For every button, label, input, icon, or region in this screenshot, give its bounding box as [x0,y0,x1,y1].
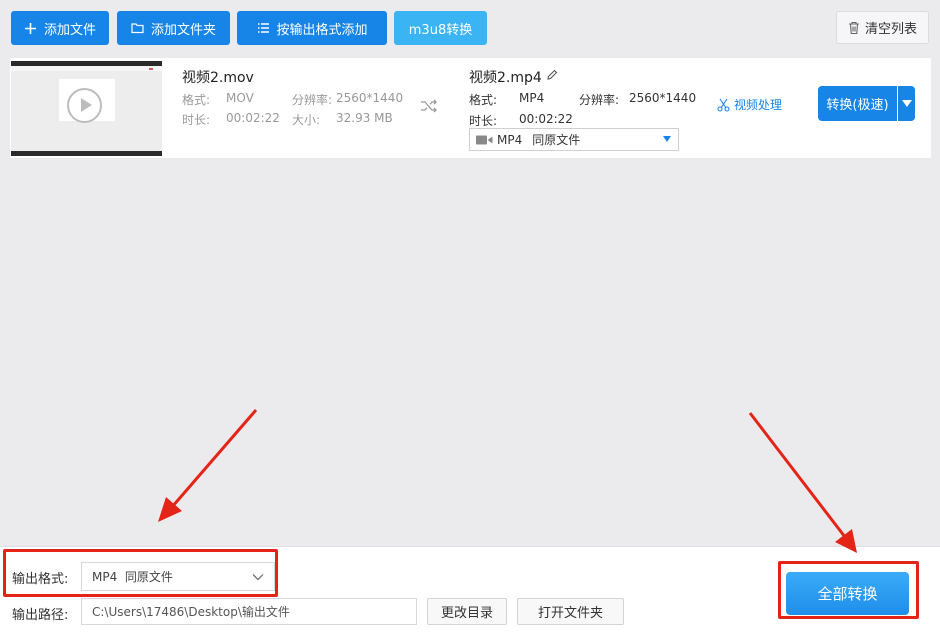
target-format-select[interactable]: MP4 同原文件 [469,128,679,151]
target-resolution-value: 2560*1440 [629,91,697,105]
target-duration-value: 00:02:22 [519,112,573,126]
clear-list-label: 清空列表 [864,22,917,37]
target-select-format: MP4 [497,132,523,147]
play-icon[interactable] [67,88,102,123]
source-resolution-value: 2560*1440 [336,91,404,105]
add-file-label: 添加文件 [43,22,96,38]
video-thumbnail[interactable] [11,61,162,156]
target-resolution-label: 分辨率: [579,93,620,107]
convert-options-dropdown[interactable] [898,86,915,121]
output-format-highlight [3,549,278,597]
rename-pencil-icon[interactable] [546,69,558,81]
target-file-name: 视频2.mp4 [469,70,542,86]
arrow-to-output-format [158,409,258,522]
thumbnail-close-dot [149,68,153,70]
source-format-value: MOV [226,91,254,105]
output-path-input[interactable] [81,598,417,625]
video-edit-label: 视频处理 [734,98,783,112]
target-format-label: 格式: [469,93,498,107]
source-resolution-label: 分辨率: [292,93,333,107]
add-by-format-label: 按输出格式添加 [276,22,368,38]
scissors-icon [717,98,730,112]
add-file-button[interactable]: 添加文件 [11,11,109,45]
dropdown-triangle-icon [663,136,671,142]
plus-icon [24,21,38,35]
add-folder-button[interactable]: 添加文件夹 [117,11,230,45]
m3u8-convert-label: m3u8转换 [408,22,473,38]
arrow-to-convert-all [748,412,857,553]
shuffle-arrow-icon [420,99,438,113]
source-duration-label: 时长: [182,113,211,127]
source-size-value: 32.93 MB [336,111,393,125]
clear-list-button[interactable]: 清空列表 [836,11,929,44]
target-select-quality: 同原文件 [532,133,581,147]
file-list-item: 视频2.mov 格式: MOV 分辨率: 2560*1440 时长: 00:02… [10,58,931,158]
convert-all-highlight [778,561,919,619]
m3u8-convert-button[interactable]: m3u8转换 [394,11,487,45]
source-duration-value: 00:02:22 [226,111,280,125]
target-format-value: MP4 [519,91,545,105]
trash-icon [848,21,860,35]
add-folder-label: 添加文件夹 [150,22,216,38]
convert-fast-button[interactable]: 转换(极速) [818,86,897,121]
add-by-format-button[interactable]: 按输出格式添加 [237,11,387,45]
video-edit-link[interactable]: 视频处理 [717,96,782,113]
output-path-label: 输出路径: [12,608,69,623]
thumbnail-window-bar [11,66,162,71]
video-camera-icon [476,135,493,145]
folder-icon [131,21,145,35]
target-duration-label: 时长: [469,114,498,128]
source-file-name: 视频2.mov [182,70,254,86]
change-directory-label: 更改目录 [440,606,493,621]
source-format-label: 格式: [182,93,211,107]
source-size-label: 大小: [292,113,321,127]
open-folder-label: 打开文件夹 [537,606,603,621]
convert-fast-label: 转换(极速) [826,98,889,113]
open-folder-button[interactable]: 打开文件夹 [517,598,624,625]
change-directory-button[interactable]: 更改目录 [427,598,507,625]
list-icon [256,21,270,35]
